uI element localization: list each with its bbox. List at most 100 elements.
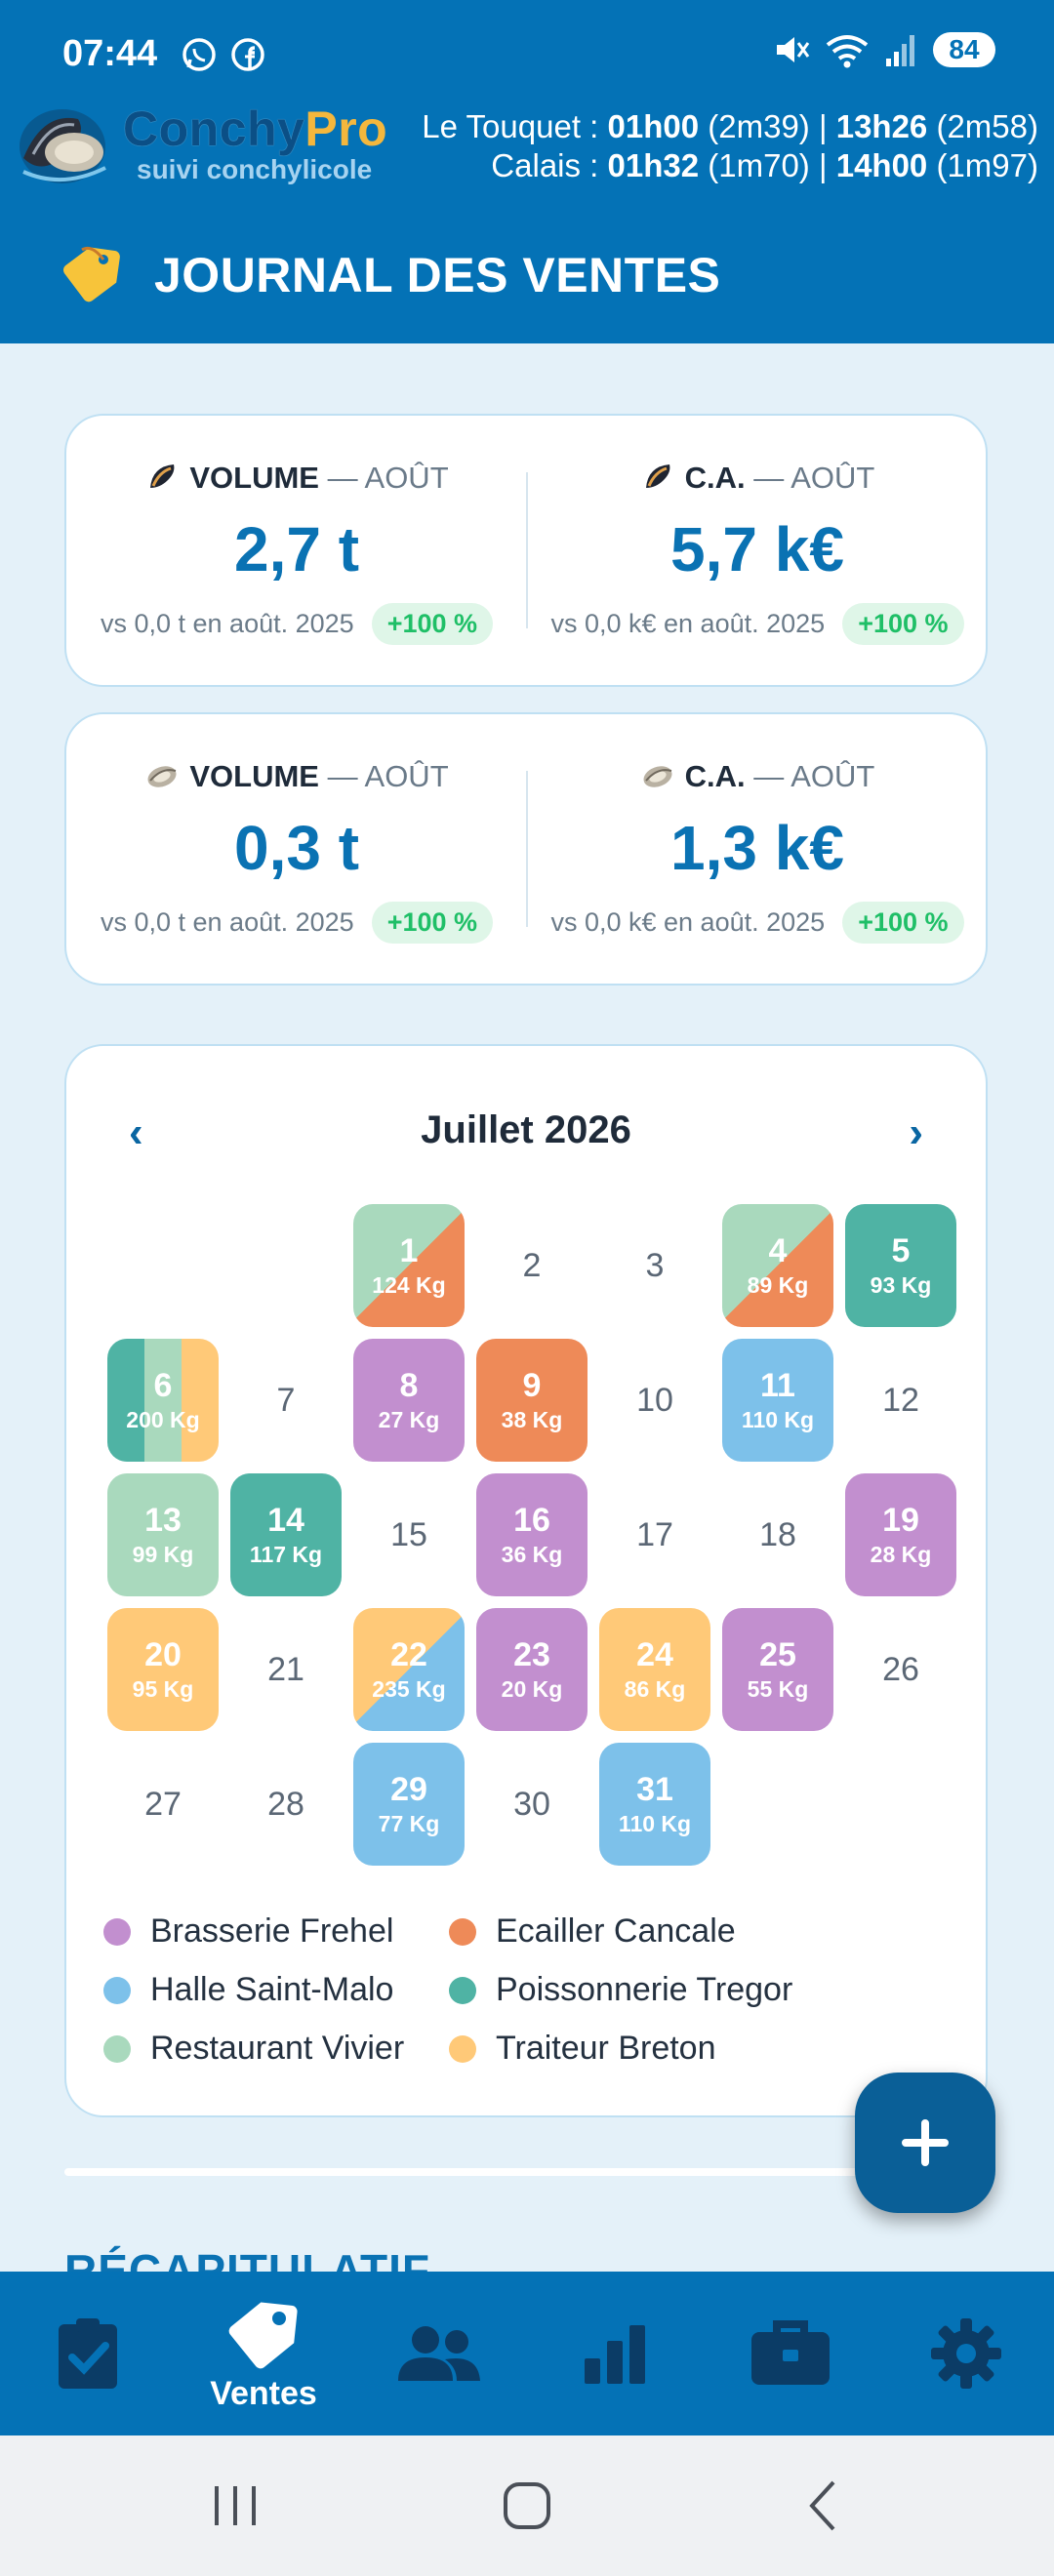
day-weight: 20 Kg xyxy=(501,1676,563,1702)
calendar-day[interactable]: 16 36 Kg xyxy=(476,1473,588,1596)
day-weight: 36 Kg xyxy=(501,1542,563,1567)
nav-tasks[interactable] xyxy=(0,2272,176,2435)
calendar-day[interactable]: 17 xyxy=(599,1473,710,1596)
legend-color-dot xyxy=(449,2034,476,2063)
nav-stats[interactable] xyxy=(527,2272,703,2435)
calendar-day[interactable]: 25 55 Kg xyxy=(722,1608,833,1731)
day-number: 12 xyxy=(882,1382,919,1419)
legend-label: Restaurant Vivier xyxy=(150,2030,405,2067)
home-icon[interactable] xyxy=(500,2476,554,2535)
day-number: 28 xyxy=(267,1786,304,1823)
calendar-day[interactable]: 5 93 Kg xyxy=(845,1204,956,1327)
mute-icon xyxy=(777,37,810,62)
legend-color-dot xyxy=(103,1917,131,1946)
mussel-icon xyxy=(645,464,670,488)
calendar-day[interactable]: 24 86 Kg xyxy=(599,1608,710,1731)
calendar-day[interactable]: 22 235 Kg xyxy=(353,1608,465,1731)
wifi-icon xyxy=(826,35,869,68)
calendar-day[interactable]: 10 xyxy=(599,1339,710,1462)
day-number: 13 xyxy=(144,1502,182,1539)
legend-color-dot xyxy=(449,1976,476,2004)
calendar-day[interactable]: 31 110 Kg xyxy=(599,1743,710,1866)
kpi-trend-badge: +100 % xyxy=(842,603,964,645)
calendar-day[interactable]: 21 xyxy=(230,1608,342,1731)
section-divider xyxy=(64,2168,988,2176)
tag-icon xyxy=(228,2302,298,2368)
day-weight: 38 Kg xyxy=(501,1407,563,1432)
day-weight: 200 Kg xyxy=(126,1407,200,1432)
day-number: 18 xyxy=(759,1516,796,1553)
day-number: 1 xyxy=(399,1232,419,1269)
clipboard-check-icon xyxy=(59,2318,117,2389)
day-number: 16 xyxy=(513,1502,550,1539)
calendar-day[interactable]: 26 xyxy=(845,1608,956,1731)
kpi-compare: vs 0,0 k€ en août. 2025 xyxy=(550,907,826,937)
calendar-day[interactable]: 13 99 Kg xyxy=(107,1473,219,1596)
nav-stock[interactable] xyxy=(703,2272,878,2435)
kpi-card-oysters: VOLUME — AOÛT 0,3 t vs 0,0 t en août. 20… xyxy=(64,712,988,986)
battery-indicator: 84 xyxy=(933,32,995,67)
logo-subtitle: suivi conchylicole xyxy=(137,154,373,184)
calendar-day[interactable]: 12 xyxy=(845,1339,956,1462)
top-app-bar: 07:44 84 ConchyPro suivi conchylicole Le… xyxy=(0,0,1054,343)
legend-item: Halle Saint-Malo xyxy=(103,1971,393,2009)
calendar-day[interactable]: 2 xyxy=(476,1204,588,1327)
day-number: 5 xyxy=(891,1232,911,1269)
calendar-day[interactable]: 7 xyxy=(230,1339,342,1462)
kpi-revenue: C.A. — AOÛT 1,3 k€ vs 0,0 k€ en août. 20… xyxy=(527,714,988,984)
next-month-button[interactable]: › xyxy=(909,1108,923,1157)
day-number: 29 xyxy=(390,1771,427,1808)
kpi-compare: vs 0,0 t en août. 2025 xyxy=(100,907,354,937)
whatsapp-icon xyxy=(182,38,216,71)
nav-clients[interactable] xyxy=(351,2272,527,2435)
day-weight: 86 Kg xyxy=(624,1676,686,1702)
recent-apps-icon[interactable] xyxy=(209,2476,262,2535)
nav-sales-label: Ventes xyxy=(210,2374,317,2412)
bottom-navigation: Ventes xyxy=(0,2272,1054,2435)
day-number: 24 xyxy=(636,1636,673,1673)
nav-sales[interactable]: Ventes xyxy=(176,2272,351,2435)
calendar-day[interactable]: 6 200 Kg xyxy=(107,1339,219,1462)
day-weight: 124 Kg xyxy=(372,1272,446,1298)
day-number: 17 xyxy=(636,1516,673,1553)
day-weight: 93 Kg xyxy=(870,1272,932,1298)
day-number: 8 xyxy=(399,1367,419,1404)
calendar-day[interactable]: 20 95 Kg xyxy=(107,1608,219,1731)
calendar-day[interactable]: 23 20 Kg xyxy=(476,1608,588,1731)
kpi-volume: VOLUME — AOÛT 0,3 t vs 0,0 t en août. 20… xyxy=(66,714,527,984)
tide-info: Le Touquet : 01h00 (2m39) | 13h26 (2m58)… xyxy=(422,107,1038,185)
calendar-day[interactable]: 15 xyxy=(353,1473,465,1596)
kpi-value: 0,3 t xyxy=(233,813,360,883)
day-number: 10 xyxy=(636,1382,673,1419)
day-weight: 77 Kg xyxy=(378,1811,440,1836)
day-weight: 99 Kg xyxy=(132,1542,194,1567)
day-number: 15 xyxy=(390,1516,427,1553)
calendar-day[interactable]: 18 xyxy=(722,1473,833,1596)
day-weight: 117 Kg xyxy=(249,1542,323,1567)
day-number: 22 xyxy=(390,1636,427,1673)
calendar-day[interactable]: 27 xyxy=(107,1743,219,1866)
calendar-day[interactable]: 11 110 Kg xyxy=(722,1339,833,1462)
day-number: 6 xyxy=(153,1367,173,1404)
calendar-day[interactable]: 29 77 Kg xyxy=(353,1743,465,1866)
calendar-day[interactable]: 9 38 Kg xyxy=(476,1339,588,1462)
day-number: 23 xyxy=(513,1636,550,1673)
calendar-day[interactable]: 19 28 Kg xyxy=(845,1473,956,1596)
calendar-day[interactable]: 1 124 Kg xyxy=(353,1204,465,1327)
back-icon[interactable] xyxy=(800,2476,847,2535)
users-icon xyxy=(398,2326,480,2381)
calendar-day[interactable]: 3 xyxy=(599,1204,710,1327)
nav-settings[interactable] xyxy=(878,2272,1054,2435)
day-weight: 235 Kg xyxy=(372,1676,446,1702)
legend-item: Ecailler Cancale xyxy=(449,1912,736,1951)
add-sale-button[interactable] xyxy=(855,2073,995,2213)
calendar-day[interactable]: 8 27 Kg xyxy=(353,1339,465,1462)
legend-item: Poissonnerie Tregor xyxy=(449,1971,792,2009)
calendar-month-title: Juillet 2026 xyxy=(421,1108,631,1151)
day-weight: 28 Kg xyxy=(870,1542,932,1567)
legend-label: Halle Saint-Malo xyxy=(150,1971,394,2008)
calendar-day[interactable]: 28 xyxy=(230,1743,342,1866)
calendar-day[interactable]: 30 xyxy=(476,1743,588,1866)
calendar-day[interactable]: 4 89 Kg xyxy=(722,1204,833,1327)
calendar-day[interactable]: 14 117 Kg xyxy=(230,1473,342,1596)
